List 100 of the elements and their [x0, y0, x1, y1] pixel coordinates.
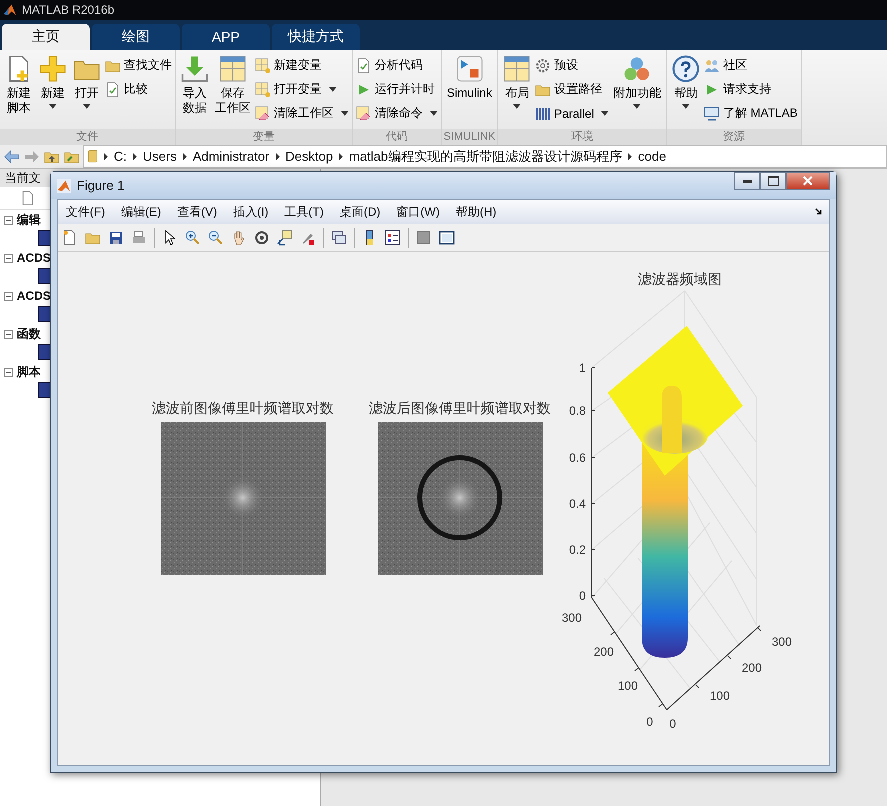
back-arrow-icon[interactable]: [3, 148, 21, 164]
expand-toggle[interactable]: [4, 216, 13, 224]
ribbon-button[interactable]: 了解 MATLAB: [703, 103, 799, 124]
ribbon-button[interactable]: 打开变量: [254, 79, 350, 100]
triangle-icon: [133, 152, 137, 160]
eraser-icon: [255, 106, 271, 122]
plot-title: 滤波后图像傅里叶频谱取对数: [369, 400, 551, 418]
data-tip-icon[interactable]: [277, 230, 293, 246]
path-segment[interactable]: code: [638, 149, 666, 164]
expand-toggle[interactable]: [4, 368, 13, 376]
save-icon[interactable]: [108, 230, 124, 246]
ribbon-button[interactable]: 预设: [534, 55, 610, 76]
grid-icon: [255, 58, 271, 74]
ribbon-button[interactable]: 新建变量: [254, 55, 350, 76]
triangle-icon: [104, 152, 108, 160]
ribbon-button[interactable]: 请求支持: [703, 79, 799, 100]
ribbon-tab[interactable]: 主页: [2, 24, 90, 50]
peak-logo-icon: [57, 178, 71, 192]
rotate-icon[interactable]: [254, 230, 270, 246]
ribbon-button[interactable]: 打开: [70, 53, 104, 129]
triangle-icon: [182, 152, 187, 160]
gear-icon: [535, 58, 552, 74]
z-tick-label: 0.2: [569, 543, 586, 557]
path-segment[interactable]: Administrator: [192, 149, 270, 164]
ribbon-button[interactable]: Parallel: [534, 103, 610, 124]
menu-item[interactable]: 工具(T): [284, 204, 324, 220]
ribbon-tab[interactable]: 快捷方式: [272, 24, 360, 50]
maximize-button[interactable]: [760, 172, 786, 190]
group-label: 代码: [353, 129, 441, 145]
menu-item[interactable]: 编辑(E): [121, 204, 162, 220]
grid-icon: [255, 82, 271, 98]
expand-toggle[interactable]: [4, 292, 13, 300]
dock-arrow-icon[interactable]: [815, 208, 823, 216]
path-segment[interactable]: matlab编程实现的高斯带阻滤波器设计源码程序: [349, 148, 622, 166]
group-label: 环境: [498, 129, 666, 145]
x-tick-label: 100: [710, 689, 730, 703]
section-label[interactable]: 函数: [17, 326, 41, 342]
close-button[interactable]: [786, 172, 830, 190]
group-label: 变量: [176, 129, 352, 145]
ribbon-button[interactable]: 分析代码: [355, 55, 439, 76]
ribbon-button[interactable]: 清除命令: [355, 103, 439, 124]
menu-item[interactable]: 窗口(W): [396, 204, 440, 220]
minimize-button[interactable]: [734, 172, 760, 190]
ribbon-button[interactable]: 布局: [500, 53, 534, 129]
y-tick-label: 300: [562, 611, 582, 625]
ribbon-button[interactable]: 社区: [703, 55, 799, 76]
square-icon[interactable]: [416, 230, 432, 246]
ribbon-button[interactable]: 查找文件: [104, 55, 173, 76]
expand-toggle[interactable]: [4, 330, 13, 338]
menu-item[interactable]: 帮助(H): [456, 204, 497, 220]
z-tick-label: 1: [579, 361, 586, 375]
legend-icon[interactable]: [385, 230, 401, 246]
ribbon-button[interactable]: Simulink: [444, 53, 496, 129]
group-label: 文件: [0, 129, 175, 145]
ribbon-button[interactable]: 保存 工作区: [212, 53, 254, 129]
document-icon: [356, 58, 372, 74]
group-label: SIMULINK: [442, 129, 498, 145]
section-label[interactable]: ACDS: [17, 289, 52, 303]
bars-icon: [535, 106, 552, 122]
plus-icon: [39, 55, 67, 83]
section-label[interactable]: 脚本: [17, 364, 41, 380]
section-label[interactable]: 编辑: [17, 212, 41, 228]
ribbon-button[interactable]: 清除工作区: [254, 103, 350, 124]
peak-logo-icon: [3, 3, 17, 17]
menu-item[interactable]: 查看(V): [177, 204, 218, 220]
block-diagram-icon: [456, 55, 484, 83]
ribbon-button[interactable]: 附加功能: [610, 53, 664, 129]
ribbon-button[interactable]: 导入 数据: [178, 53, 212, 129]
ribbon-tab[interactable]: APP: [182, 24, 270, 50]
window-icon[interactable]: [439, 230, 455, 246]
eraser-icon: [356, 106, 372, 122]
cubes-icon: [623, 55, 652, 83]
group-label: 资源: [667, 129, 801, 145]
grid-icon: [503, 55, 532, 83]
ribbon-button[interactable]: 新建 脚本: [2, 53, 36, 129]
section-label[interactable]: ACDS: [17, 251, 52, 265]
grid-icon: [219, 55, 247, 83]
folder-icon: [88, 149, 98, 164]
ribbon-button[interactable]: 帮助: [669, 53, 704, 129]
ribbon-button[interactable]: 比较: [104, 79, 173, 100]
path-segment[interactable]: Users: [143, 149, 177, 164]
document-icon: [105, 82, 121, 98]
expand-toggle[interactable]: [4, 254, 13, 262]
ribbon-button[interactable]: 设置路径: [534, 79, 610, 100]
print-icon[interactable]: [131, 230, 147, 246]
ribbon-button[interactable]: 新建: [36, 53, 70, 129]
menu-item[interactable]: 桌面(D): [340, 204, 381, 220]
path-field[interactable]: C: Users Administrator Desktop matlab编程实现的高斯带阻滤波器设计源码程序 code: [83, 145, 887, 168]
menu-item[interactable]: 插入(I): [233, 204, 269, 220]
triangle-icon: [276, 152, 280, 160]
menu-item[interactable]: 文件(F): [66, 204, 106, 220]
ribbon-tab[interactable]: 绘图: [92, 24, 180, 50]
path-segment[interactable]: Desktop: [286, 149, 334, 164]
link-icon[interactable]: [331, 230, 347, 246]
close-icon: [803, 176, 813, 186]
path-segment[interactable]: C:: [114, 149, 127, 164]
ribbon-button[interactable]: 运行并计时: [355, 79, 439, 100]
new-file-icon[interactable]: [62, 230, 78, 246]
zoom-in-icon[interactable]: [185, 230, 201, 246]
zoom-out-icon[interactable]: [208, 230, 224, 246]
